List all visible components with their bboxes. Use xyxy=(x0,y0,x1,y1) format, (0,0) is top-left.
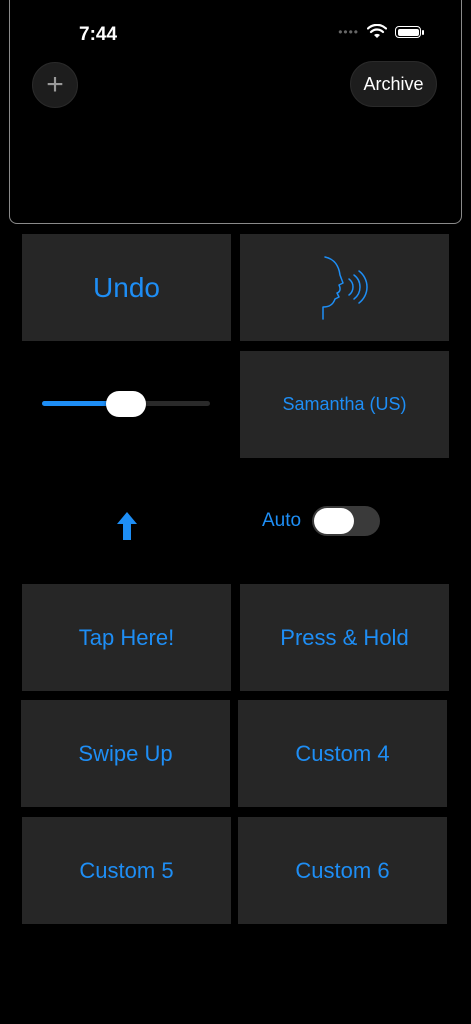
signal-icon: •••• xyxy=(338,25,359,39)
undo-button[interactable]: Undo xyxy=(22,234,231,341)
auto-label: Auto xyxy=(262,510,302,531)
archive-button[interactable]: Archive xyxy=(350,61,437,107)
swipe-up-button[interactable]: Swipe Up xyxy=(21,700,230,807)
custom-5-button[interactable]: Custom 5 xyxy=(22,817,231,924)
speak-head-icon xyxy=(321,255,368,320)
battery-icon xyxy=(395,26,424,38)
custom-4-button[interactable]: Custom 4 xyxy=(238,700,447,807)
voice-select-button[interactable]: Samantha (US) xyxy=(240,351,449,458)
auto-toggle[interactable] xyxy=(312,506,380,536)
tap-here-button[interactable]: Tap Here! xyxy=(22,584,231,691)
text-display-panel[interactable]: 7:44 •••• + Archive xyxy=(9,0,462,224)
speech-rate-slider[interactable] xyxy=(42,391,210,417)
press-hold-button[interactable]: Press & Hold xyxy=(240,584,449,691)
up-arrow-icon[interactable] xyxy=(114,510,140,542)
slider-thumb[interactable] xyxy=(106,391,146,417)
wifi-icon xyxy=(367,24,387,38)
plus-icon: + xyxy=(46,68,64,101)
speak-button[interactable] xyxy=(240,234,449,341)
custom-6-button[interactable]: Custom 6 xyxy=(238,817,447,924)
add-button[interactable]: + xyxy=(32,62,78,108)
status-time: 7:44 xyxy=(79,24,118,45)
status-icons: •••• xyxy=(338,24,424,40)
toggle-knob xyxy=(314,508,354,534)
